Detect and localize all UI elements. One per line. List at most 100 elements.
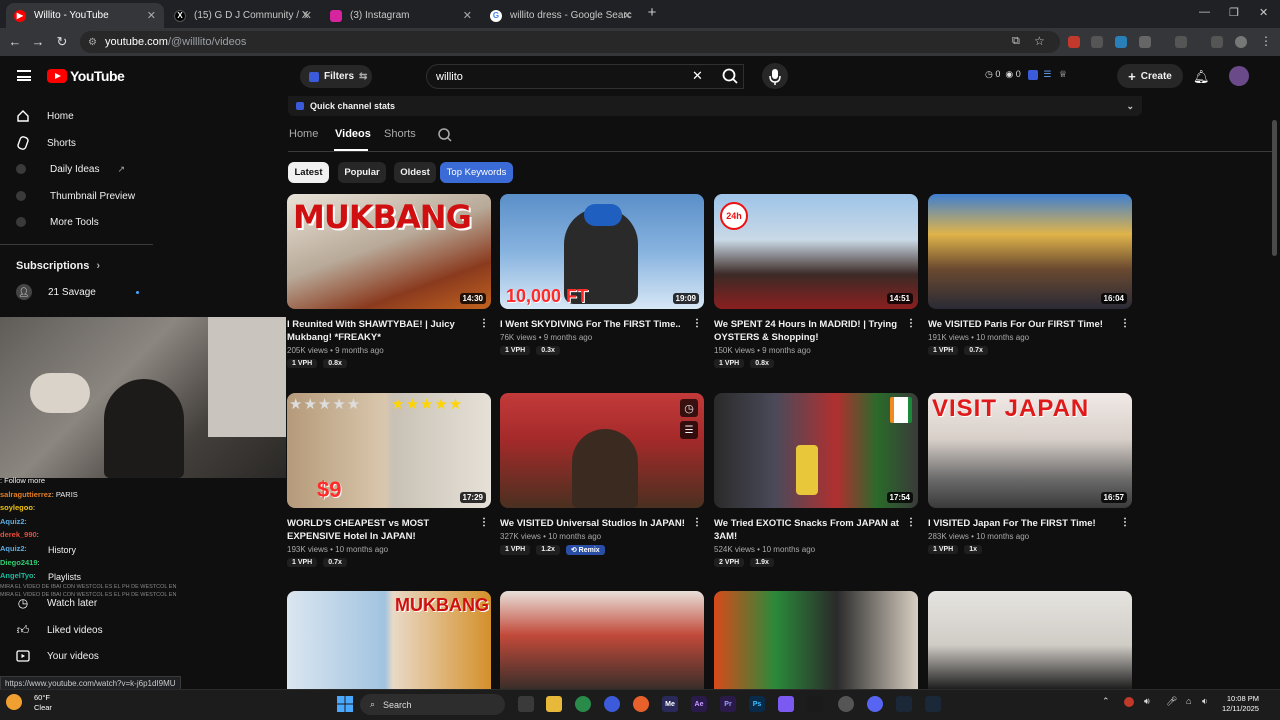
video-thumbnail[interactable] [928, 591, 1132, 689]
sidebar-item-history[interactable]: History [48, 539, 76, 561]
extensions-puzzle-icon[interactable] [1139, 36, 1151, 48]
video-thumbnail[interactable]: 10,000 FT 19:09 [500, 194, 704, 309]
url-bar[interactable]: ⚙ youtube.com/@willlito/videos [80, 31, 1060, 53]
minimize-icon[interactable]: — [1199, 6, 1210, 18]
more-options-icon[interactable]: ⋮ [479, 318, 489, 329]
cast-icon[interactable]: ⧉ [1012, 35, 1020, 48]
window-close-icon[interactable]: ✕ [1259, 6, 1268, 19]
back-arrow-icon[interactable]: ← [7, 34, 23, 49]
trophy-icon[interactable]: ♕ [1059, 69, 1067, 79]
obs-icon[interactable] [838, 696, 854, 712]
media-encoder-icon[interactable]: Me [662, 696, 678, 712]
video-card[interactable]: VISIT JAPAN 16:57 I VISITED Japan For Th… [928, 393, 1132, 554]
sidebar-item-more-tools[interactable]: More Tools [16, 211, 99, 233]
sidebar-item-shorts[interactable]: Shorts [16, 132, 76, 154]
sidebar-item-home[interactable]: Home [16, 105, 74, 127]
tray-chevron-icon[interactable]: ⌃ [1102, 696, 1110, 707]
video-card[interactable]: ★★★★★ ★★★★★ $9 17:29 WORLD'S CHEAPEST vs… [287, 393, 491, 567]
search-button[interactable] [716, 64, 746, 89]
create-button[interactable]: + Create [1117, 64, 1183, 88]
watch-later-icon[interactable]: ◷ [680, 399, 698, 417]
tab-google[interactable]: G willito dress - Google Search ✕ [482, 3, 640, 28]
tab-youtube[interactable]: ▶ Willito - YouTube ✕ [6, 3, 164, 28]
new-tab-icon[interactable]: + [644, 5, 660, 21]
video-card[interactable]: 24h 14:51 We SPENT 24 Hours In MADRID! |… [714, 194, 918, 368]
extension-icon[interactable] [1028, 69, 1039, 80]
extension-icon[interactable] [1068, 36, 1080, 48]
more-options-icon[interactable]: ⋮ [692, 517, 702, 528]
youtube-logo-icon[interactable] [47, 69, 67, 83]
video-card[interactable]: MUKBANG [287, 591, 491, 689]
add-to-queue-icon[interactable]: ☰ [680, 421, 698, 439]
network-icon[interactable]: ⌂ [1186, 696, 1191, 706]
video-thumbnail[interactable]: 24h 14:51 [714, 194, 918, 309]
weather-icon[interactable] [6, 694, 22, 710]
speaker-icon[interactable]: 🔊︎ [1144, 696, 1150, 707]
close-icon[interactable]: ✕ [147, 9, 156, 22]
kebab-menu-icon[interactable]: ⋮ [1260, 34, 1272, 48]
tab-shorts[interactable]: Shorts [384, 128, 416, 140]
sidebar-item-watch-later[interactable]: ◷ Watch later [16, 592, 97, 614]
notifications-bell-icon[interactable]: 🔔︎ [1193, 69, 1210, 85]
subscriptions-heading[interactable]: Subscriptions › [16, 260, 100, 272]
hamburger-menu-icon[interactable] [17, 70, 31, 81]
video-card[interactable]: 10,000 FT 19:09 I Went SKYDIVING For The… [500, 194, 704, 355]
weather-widget[interactable]: 60°F Clear [34, 693, 52, 713]
chip-oldest[interactable]: Oldest [394, 162, 436, 183]
tab-x[interactable]: X (15) G D J Community / X ✕ [166, 3, 320, 28]
steam-icon[interactable] [896, 696, 912, 712]
extension-stats[interactable]: ◷ 0 ◉ 0 ☰ ♕ [985, 69, 1067, 80]
after-effects-icon[interactable]: Ae [691, 696, 707, 712]
volume-icon[interactable]: 🔉︎ [1202, 696, 1208, 707]
video-title[interactable]: We Tried EXOTIC Snacks From JAPAN at 3AM… [714, 517, 918, 543]
page-scrollbar[interactable] [1272, 120, 1277, 256]
more-options-icon[interactable]: ⋮ [906, 318, 916, 329]
more-options-icon[interactable]: ⋮ [1120, 517, 1130, 528]
sidebar-item-thumbnail-preview[interactable]: Thumbnail Preview [16, 185, 135, 207]
video-title[interactable]: I Reunited With SHAWTYBAE! | Juicy Mukba… [287, 318, 491, 344]
windows-start-icon[interactable] [337, 696, 353, 717]
video-card[interactable] [714, 591, 918, 689]
app-icon[interactable] [807, 696, 823, 712]
video-title[interactable]: WORLD'S CHEAPEST vs MOST EXPENSIVE Hotel… [287, 517, 491, 543]
file-explorer-icon[interactable] [546, 696, 562, 712]
app-icon[interactable] [778, 696, 794, 712]
site-info-icon[interactable]: ⚙ [88, 37, 97, 48]
app-icon[interactable] [604, 696, 620, 712]
video-card[interactable]: ◷ ☰ We VISITED Universal Studios In JAPA… [500, 393, 704, 555]
video-card[interactable]: MUKBANG 14:30 I Reunited With SHAWTYBAE!… [287, 194, 491, 368]
side-panel-icon[interactable] [1175, 36, 1187, 48]
video-card[interactable]: 17:54 We Tried EXOTIC Snacks From JAPAN … [714, 393, 918, 567]
app-icon[interactable] [633, 696, 649, 712]
chevron-down-icon[interactable]: ⌄ [1126, 101, 1134, 112]
microphone-tray-icon[interactable]: 🎤︎ [1166, 696, 1177, 707]
close-icon[interactable]: ✕ [623, 9, 632, 22]
discord-icon[interactable] [867, 696, 883, 712]
premiere-icon[interactable]: Pr [720, 696, 736, 712]
voice-search-button[interactable] [762, 63, 788, 89]
close-icon[interactable]: ✕ [303, 9, 312, 22]
clear-search-icon[interactable]: ✕ [692, 68, 703, 84]
tray-app-icon[interactable] [1124, 697, 1134, 707]
chip-latest[interactable]: Latest [288, 162, 329, 183]
chip-top-keywords[interactable]: Top Keywords [440, 162, 513, 183]
video-title[interactable]: We VISITED Universal Studios In JAPAN! [500, 517, 704, 530]
subscription-item[interactable]: 👤︎ 21 Savage [16, 281, 139, 303]
sidebar-item-playlists[interactable]: Playlists [48, 566, 81, 588]
filters-button[interactable]: Filters ⇆ [300, 65, 372, 88]
close-icon[interactable]: ✕ [463, 9, 472, 22]
video-thumbnail[interactable]: MUKBANG [287, 591, 491, 689]
bookmark-star-icon[interactable]: ☆ [1034, 34, 1045, 48]
steam-icon[interactable] [925, 696, 941, 712]
sidebar-item-your-videos[interactable]: Your videos [16, 645, 99, 667]
more-options-icon[interactable]: ⋮ [1120, 318, 1130, 329]
video-thumbnail[interactable]: 17:54 [714, 393, 918, 508]
video-title[interactable]: We SPENT 24 Hours In MADRID! | Trying OY… [714, 318, 918, 344]
tab-videos[interactable]: Videos [335, 128, 371, 140]
more-options-icon[interactable]: ⋮ [906, 517, 916, 528]
list-icon[interactable]: ☰ [1043, 69, 1051, 79]
remix-badge[interactable]: ⟲ Remix [565, 545, 605, 555]
sidebar-item-daily-ideas[interactable]: Daily Ideas ↗ [16, 158, 125, 180]
taskbar-search[interactable]: ⌕ Search [360, 694, 505, 715]
tab-instagram[interactable]: (3) Instagram ✕ [322, 3, 480, 28]
